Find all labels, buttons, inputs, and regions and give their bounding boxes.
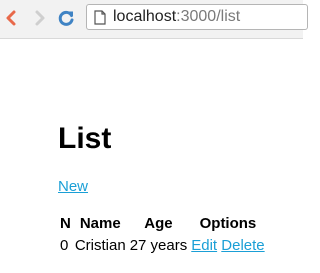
page-title: List: [58, 122, 112, 155]
back-button[interactable]: [3, 9, 21, 27]
table-row: 0 Cristian 27 years Edit Delete: [58, 235, 267, 257]
header-age: Age: [144, 215, 173, 232]
back-arrow-icon: [6, 10, 16, 26]
url-text: localhost:3000/list: [113, 8, 240, 26]
table-header-row: N Name Age Options: [58, 213, 267, 235]
new-link[interactable]: New: [58, 178, 88, 196]
cell-n: 0: [60, 237, 69, 254]
forward-arrow-icon: [35, 10, 45, 26]
edit-link[interactable]: Edit: [191, 237, 217, 254]
url-host: localhost: [113, 8, 177, 25]
browser-toolbar: localhost:3000/list: [0, 0, 308, 39]
address-bar[interactable]: localhost:3000/list: [86, 4, 308, 30]
reload-icon: [58, 10, 74, 26]
delete-link[interactable]: Delete: [221, 237, 264, 254]
header-name: Name: [79, 215, 121, 232]
url-path: :3000/list: [176, 8, 241, 25]
page-icon: [94, 10, 106, 25]
cell-name: Cristian: [74, 237, 126, 254]
items-table: N Name Age Options 0 Cristian 27 years E…: [58, 213, 267, 257]
cell-options: Edit Delete: [189, 235, 266, 257]
header-options: Options: [199, 215, 257, 232]
header-n: N: [60, 215, 71, 232]
reload-button[interactable]: [57, 9, 75, 27]
forward-button[interactable]: [30, 9, 48, 27]
cell-age: 27 years: [129, 237, 188, 254]
